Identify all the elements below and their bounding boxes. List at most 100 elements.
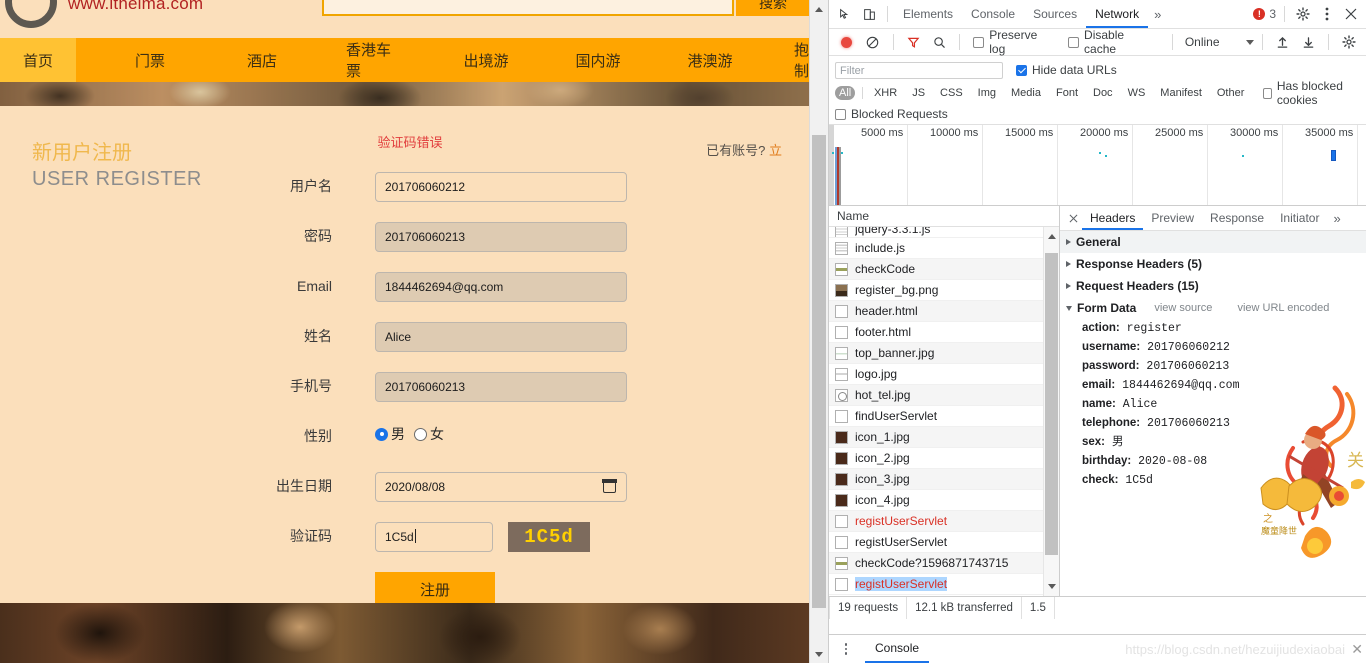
tab-console[interactable]: Console — [962, 0, 1024, 28]
nav-item-group-custom[interactable]: 抱团定制 — [784, 38, 810, 82]
list-item[interactable]: checkCode — [829, 259, 1059, 280]
type-filter-js[interactable]: JS — [908, 86, 929, 100]
timeline-left-handle[interactable] — [829, 125, 834, 205]
device-toolbar-icon[interactable] — [857, 2, 881, 26]
type-filter-css[interactable]: CSS — [936, 86, 967, 100]
blocked-requests-checkbox[interactable]: Blocked Requests — [835, 107, 948, 121]
network-settings-gear-icon[interactable] — [1337, 30, 1361, 54]
list-item[interactable]: top_banner.jpg — [829, 343, 1059, 364]
tab-sources[interactable]: Sources — [1024, 0, 1086, 28]
more-tabs-icon[interactable]: » — [1148, 7, 1167, 22]
scroll-up-arrow-icon[interactable] — [810, 0, 828, 18]
view-url-encoded-link[interactable]: view URL encoded — [1237, 302, 1329, 314]
type-filter-font[interactable]: Font — [1052, 86, 1082, 100]
input-birthday[interactable]: 2020/08/08 — [375, 472, 627, 502]
throttling-select[interactable]: Online — [1185, 35, 1254, 49]
list-item[interactable]: icon_2.jpg — [829, 448, 1059, 469]
section-response-headers[interactable]: Response Headers (5) — [1060, 253, 1366, 275]
requests-scroll-down-icon[interactable] — [1044, 579, 1059, 594]
list-item[interactable]: register_bg.png — [829, 280, 1059, 301]
export-har-icon[interactable] — [1296, 30, 1320, 54]
drawer-kebab-menu-icon[interactable] — [835, 643, 857, 655]
type-filter-ws[interactable]: WS — [1124, 86, 1150, 100]
detail-tab-headers[interactable]: Headers — [1082, 206, 1144, 230]
disable-cache-checkbox[interactable]: Disable cache — [1068, 28, 1159, 56]
error-count-badge[interactable]: ! 3 — [1253, 7, 1276, 21]
expand-triangle-icon[interactable] — [1066, 261, 1071, 267]
list-item[interactable]: registUserServlet — [829, 574, 1059, 595]
radio-male-label[interactable]: 男 — [391, 424, 405, 444]
list-item[interactable]: findUserServlet — [829, 406, 1059, 427]
import-har-icon[interactable] — [1271, 30, 1295, 54]
detail-tab-initiator[interactable]: Initiator — [1272, 206, 1327, 230]
search-icon[interactable] — [927, 30, 951, 54]
expand-triangle-icon[interactable] — [1066, 239, 1071, 245]
radio-male-icon[interactable] — [375, 427, 388, 441]
has-blocked-cookies-box-icon[interactable] — [1263, 87, 1272, 99]
input-username[interactable]: 201706060212 — [375, 172, 627, 202]
type-filter-doc[interactable]: Doc — [1089, 86, 1117, 100]
type-filter-all[interactable]: All — [835, 86, 856, 100]
requests-scroll-up-icon[interactable] — [1044, 229, 1059, 244]
radio-female-icon[interactable] — [414, 427, 427, 441]
nav-item-domestic[interactable]: 国内游 — [560, 38, 636, 82]
nav-item-hkmacau[interactable]: 港澳游 — [672, 38, 748, 82]
list-item[interactable]: registUserServlet — [829, 511, 1059, 532]
chevron-down-icon[interactable] — [1245, 39, 1254, 45]
detail-close-icon[interactable] — [1064, 209, 1082, 227]
type-filter-xhr[interactable]: XHR — [870, 86, 901, 100]
devtools-kebab-menu-icon[interactable] — [1315, 2, 1339, 26]
register-submit-button[interactable]: 注册 — [375, 572, 495, 606]
preserve-log-box-icon[interactable] — [973, 36, 985, 48]
drawer-tab-console[interactable]: Console — [865, 635, 930, 663]
nav-item-home[interactable]: 首页 — [0, 38, 76, 82]
input-email[interactable]: 1844462694@qq.com — [375, 272, 627, 302]
input-password[interactable]: 201706060213 — [375, 222, 627, 252]
list-item[interactable]: icon_4.jpg — [829, 490, 1059, 511]
login-link[interactable]: 立 — [769, 143, 782, 158]
preserve-log-checkbox[interactable]: Preserve log — [973, 28, 1056, 56]
record-button-icon[interactable] — [835, 30, 859, 54]
hide-data-urls-checkbox[interactable]: Hide data URLs — [1016, 63, 1117, 77]
list-item[interactable]: icon_1.jpg — [829, 427, 1059, 448]
scroll-down-arrow-icon[interactable] — [810, 645, 828, 663]
nav-item-hotel[interactable]: 酒店 — [224, 38, 300, 82]
expand-triangle-icon[interactable] — [1066, 283, 1071, 289]
list-item[interactable]: jquery-3.3.1.js — [829, 227, 1059, 238]
type-filter-manifest[interactable]: Manifest — [1156, 86, 1206, 100]
list-item[interactable]: registUserServlet — [829, 532, 1059, 553]
blocked-requests-box-icon[interactable] — [835, 108, 846, 120]
filter-funnel-icon[interactable] — [902, 30, 926, 54]
clear-requests-icon[interactable] — [861, 30, 885, 54]
list-item[interactable]: footer.html — [829, 322, 1059, 343]
calendar-icon[interactable] — [602, 479, 617, 493]
list-item[interactable]: header.html — [829, 301, 1059, 322]
has-blocked-cookies-checkbox[interactable]: Has blocked cookies — [1263, 79, 1356, 107]
nav-item-outbound[interactable]: 出境游 — [448, 38, 524, 82]
nav-item-hk-train[interactable]: 香港车票 — [336, 38, 412, 82]
input-telephone[interactable]: 201706060213 — [375, 372, 627, 402]
nav-item-tickets[interactable]: 门票 — [112, 38, 188, 82]
input-captcha[interactable]: 1C5d — [375, 522, 493, 552]
detail-more-tabs-icon[interactable]: » — [1327, 211, 1346, 226]
captcha-image[interactable]: 1C5d — [508, 522, 590, 552]
type-filter-media[interactable]: Media — [1007, 86, 1045, 100]
list-item[interactable]: logo.jpg — [829, 364, 1059, 385]
disable-cache-box-icon[interactable] — [1068, 36, 1080, 48]
network-overview-timeline[interactable]: 5000 ms 10000 ms 15000 ms 20000 ms 25000… — [829, 124, 1366, 206]
tab-elements[interactable]: Elements — [894, 0, 962, 28]
list-item[interactable]: hot_tel.jpg — [829, 385, 1059, 406]
input-name[interactable]: Alice — [375, 322, 627, 352]
filter-input[interactable]: Filter — [835, 61, 1003, 79]
site-search-input[interactable] — [322, 0, 734, 16]
hide-data-urls-box-icon[interactable] — [1016, 64, 1027, 76]
page-scrollbar-thumb[interactable] — [812, 135, 826, 608]
devtools-close-icon[interactable] — [1339, 2, 1363, 26]
collapse-triangle-icon[interactable] — [1066, 305, 1072, 311]
detail-tab-preview[interactable]: Preview — [1143, 206, 1202, 230]
list-item[interactable]: include.js — [829, 238, 1059, 259]
site-search-button[interactable]: 搜索 — [736, 0, 810, 16]
tab-network[interactable]: Network — [1086, 0, 1149, 28]
requests-name-column-header[interactable]: Name — [829, 206, 1059, 227]
requests-scrollbar-thumb[interactable] — [1045, 253, 1058, 555]
